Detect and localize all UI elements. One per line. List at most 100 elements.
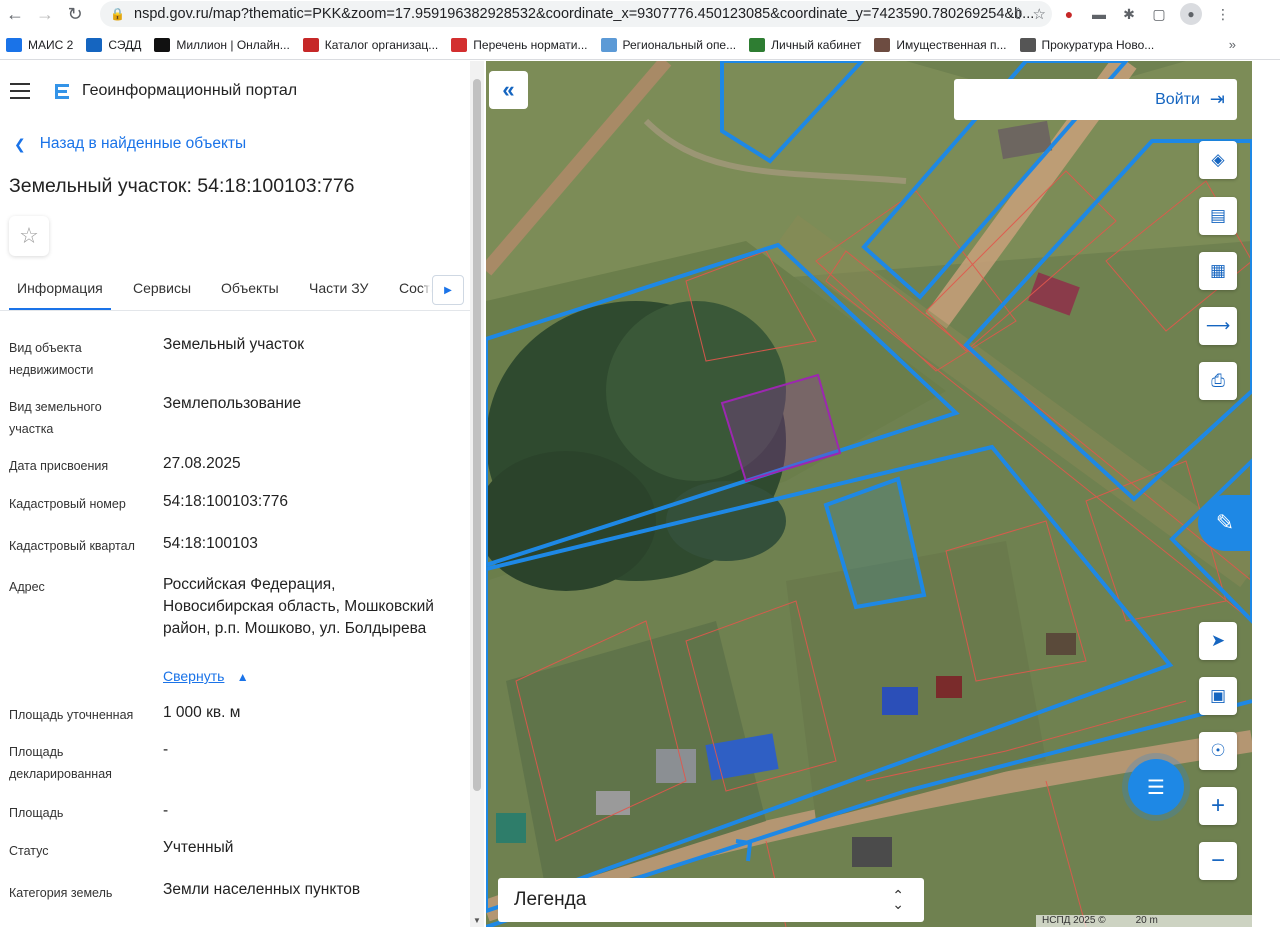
login-button[interactable]: Войти ⇥ <box>954 79 1237 120</box>
legend-dropdown[interactable]: Легенда ⌃ ⌄ <box>498 878 924 922</box>
map-view[interactable]: « Войти ⇥ ◈ ▤ ▦ ⟶ ⎙ ✎ ➤ ▣ ☉ + − ☰ Легенд… <box>486 61 1252 927</box>
portal-title: Геоинформационный портал <box>82 82 298 99</box>
portal-header: Геоинформационный портал <box>10 81 297 101</box>
chevron-left-icon: ❮ <box>14 135 26 152</box>
copyright-text: НСПД 2025 © <box>1042 915 1106 926</box>
legend-label: Легенда <box>514 889 587 910</box>
chat-button[interactable]: ☰ <box>1128 759 1184 815</box>
back-link-label: Назад в найденные объекты <box>39 135 247 152</box>
share-button[interactable]: ⟶ <box>1199 307 1237 345</box>
tab-parts[interactable]: Части ЗУ <box>309 280 368 296</box>
prop-value-status: Учтенный <box>163 839 234 856</box>
forward-arrow-icon[interactable]: → <box>30 0 60 28</box>
reload-icon[interactable]: ↻ <box>60 0 90 28</box>
service-logo-icon: ✎ <box>1215 510 1235 535</box>
prop-value-area-specified: 1 000 кв. м <box>163 704 241 721</box>
locate-icon: ➤ <box>1210 631 1226 650</box>
bookmark-item[interactable]: Личный кабинет <box>749 37 861 52</box>
globe-icon <box>1019 37 1036 52</box>
shield-icon <box>451 37 468 52</box>
minimap-button[interactable]: ▣ <box>1199 677 1237 715</box>
bookmark-item[interactable]: Каталог организац... <box>302 37 439 52</box>
caret-right-icon: ▶ <box>444 284 452 296</box>
extension-avatar-icon[interactable]: ● <box>1060 5 1078 23</box>
bookmark-label: Имущественная п... <box>896 37 1007 52</box>
chevron-up-icon: ▲ <box>236 670 249 684</box>
hamburger-menu-icon[interactable] <box>10 83 30 99</box>
tab-info[interactable]: Информация <box>9 280 111 310</box>
side-panel-icon[interactable]: ▢ <box>1150 5 1168 23</box>
layers-button[interactable]: ◈ <box>1199 141 1237 179</box>
extensions-puzzle-icon[interactable]: ✱ <box>1120 5 1138 23</box>
mais-icon <box>6 37 22 52</box>
chat-bubble-icon: ☰ <box>1147 776 1165 799</box>
bookmark-label: МАИС 2 <box>28 37 74 52</box>
doc-icon <box>600 37 617 52</box>
zoom-in-icon: + <box>1210 792 1225 819</box>
extension-hat-icon[interactable]: ▬ <box>1090 5 1108 23</box>
bookmark-item[interactable]: Прокуратура Ново... <box>1019 37 1155 52</box>
back-arrow-icon[interactable]: ← <box>0 0 30 28</box>
panel-scrollbar[interactable]: ▼ <box>470 61 484 927</box>
portal-logo-icon <box>55 84 69 99</box>
gps-icon: ☉ <box>1210 741 1226 760</box>
bookmark-item[interactable]: Региональный опе... <box>600 37 736 52</box>
bookmark-item[interactable]: МАИС 2 <box>6 37 74 52</box>
gps-button[interactable]: ☉ <box>1199 732 1237 770</box>
prop-value-cadastral-block: 54:18:100103 <box>163 535 258 552</box>
share-page-icon[interactable]: ⇧ <box>1012 5 1025 23</box>
lock-icon: 🔒 <box>110 7 125 21</box>
bookmarks-bar: МАИС 2 СЭДД Миллион | Онлайн... Каталог орг… <box>0 30 1280 60</box>
briefcase-icon <box>86 37 103 52</box>
tabs-next-button[interactable]: ▶ <box>432 275 464 305</box>
bookmark-item[interactable]: Перечень нормати... <box>451 37 588 52</box>
ruler-icon: ▤ <box>1209 206 1227 225</box>
login-label: Войти <box>1155 90 1200 108</box>
select-area-button[interactable]: ▦ <box>1199 252 1237 290</box>
zoom-out-button[interactable]: − <box>1199 842 1237 880</box>
back-to-results-link[interactable]: ❮ Назад в найденные объекты <box>14 135 246 153</box>
bookmark-item[interactable]: Миллион | Онлайн... <box>154 37 290 52</box>
ring-icon <box>154 37 171 52</box>
menu-dots-icon[interactable]: ⋮ <box>1214 5 1232 23</box>
bookmark-item[interactable]: СЭДД <box>86 37 142 52</box>
prop-label-land-kind: Вид земельного участка <box>9 400 102 436</box>
zoom-in-button[interactable]: + <box>1199 787 1237 825</box>
prop-value-land-category: Земли населенных пунктов <box>163 881 361 898</box>
print-icon: ⎙ <box>1211 371 1225 390</box>
tab-services[interactable]: Сервисы <box>133 280 191 296</box>
bookmark-star-icon[interactable]: ☆ <box>1033 5 1046 23</box>
list-org-icon <box>302 37 319 52</box>
ruler-button[interactable]: ▤ <box>1199 197 1237 235</box>
bookmark-label: Прокуратура Ново... <box>1041 37 1155 52</box>
prop-value-object-type: Земельный участок <box>163 336 305 353</box>
url-text[interactable]: nspd.gov.ru/map?thematic=PKK&zoom=17.959… <box>134 6 1034 22</box>
locate-button[interactable]: ➤ <box>1199 622 1237 660</box>
bookmark-label: СЭДД <box>108 37 142 52</box>
collapse-label: Свернуть <box>163 668 225 684</box>
bookmark-item[interactable]: Имущественная п... <box>874 37 1007 52</box>
bookmarks-more-button[interactable]: » <box>1229 37 1236 52</box>
layers-icon: ◈ <box>1211 150 1225 169</box>
property-icon <box>874 37 891 52</box>
prop-value-address: Российская Федерация, Новосибирская обла… <box>163 576 434 637</box>
star-icon: ☆ <box>19 223 39 248</box>
prop-label-status: Статус <box>9 844 49 858</box>
emblem-icon <box>749 37 766 52</box>
double-chevron-left-icon: « <box>502 77 515 102</box>
address-bar[interactable]: 🔒 nspd.gov.ru/map?thematic=PKK&zoom=17.9… <box>100 1 1052 27</box>
prop-label-object-type: Вид объекта недвижимости <box>9 341 94 377</box>
print-button[interactable]: ⎙ <box>1199 362 1237 400</box>
prop-label-area-declared: Площадь декларированная <box>9 745 112 781</box>
scroll-down-arrow-icon[interactable]: ▼ <box>473 916 481 925</box>
bookmark-label: Каталог организац... <box>324 37 439 52</box>
scale-label: 20 m <box>1135 915 1158 926</box>
scrollbar-thumb[interactable] <box>473 79 481 791</box>
address-collapse-link[interactable]: Свернуть ▲ <box>163 665 453 688</box>
prop-value-area-declared: - <box>163 741 169 758</box>
service-logo-button[interactable]: ✎ <box>1198 495 1252 551</box>
tab-objects[interactable]: Объекты <box>221 280 279 296</box>
collapse-panel-button[interactable]: « <box>489 71 528 109</box>
profile-avatar[interactable]: ● <box>1180 3 1202 25</box>
favorite-star-button[interactable]: ☆ <box>9 216 49 256</box>
